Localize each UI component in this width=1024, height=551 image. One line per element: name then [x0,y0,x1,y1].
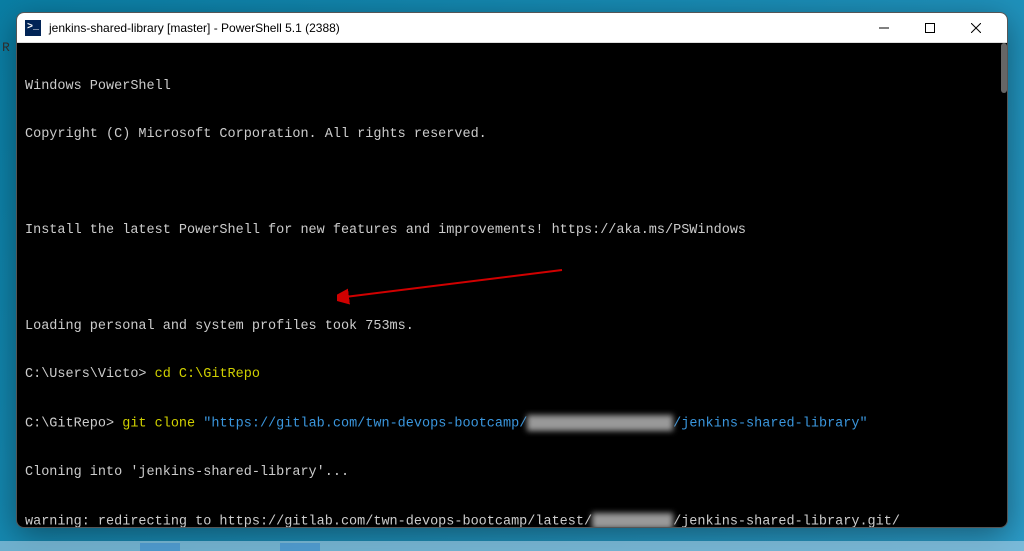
install-msg: Install the latest PowerShell for new fe… [25,223,999,239]
close-button[interactable] [953,13,999,43]
copyright-line: Copyright (C) Microsoft Corporation. All… [25,127,999,143]
titlebar[interactable]: >_ jenkins-shared-library [master] - Pow… [17,13,1007,43]
taskbar-item[interactable] [280,543,320,551]
warning-line: warning: redirecting to https://gitlab.c… [25,513,999,527]
minimize-icon [879,23,889,33]
cloning-line: Cloning into 'jenkins-shared-library'... [25,465,999,481]
blank-line [25,175,999,191]
powershell-icon: >_ [25,20,41,36]
background-char: R [2,40,10,55]
blank-line [25,271,999,287]
powershell-window: >_ jenkins-shared-library [master] - Pow… [16,12,1008,528]
terminal-content[interactable]: Windows PowerShell Copyright (C) Microso… [17,43,1007,527]
window-controls [861,13,999,43]
maximize-button[interactable] [907,13,953,43]
window-title: jenkins-shared-library [master] - PowerS… [49,21,861,35]
taskbar[interactable] [0,541,1024,551]
prompt-line-2: C:\GitRepo> git clone "https://gitlab.co… [25,415,999,433]
prompt-line-1: C:\Users\Victo> cd C:\GitRepo [25,367,999,383]
maximize-icon [925,23,935,33]
scrollbar-thumb[interactable] [1001,43,1007,93]
loading-line: Loading personal and system profiles too… [25,319,999,335]
minimize-button[interactable] [861,13,907,43]
close-icon [971,23,981,33]
header-line: Windows PowerShell [25,79,999,95]
taskbar-item[interactable] [140,543,180,551]
